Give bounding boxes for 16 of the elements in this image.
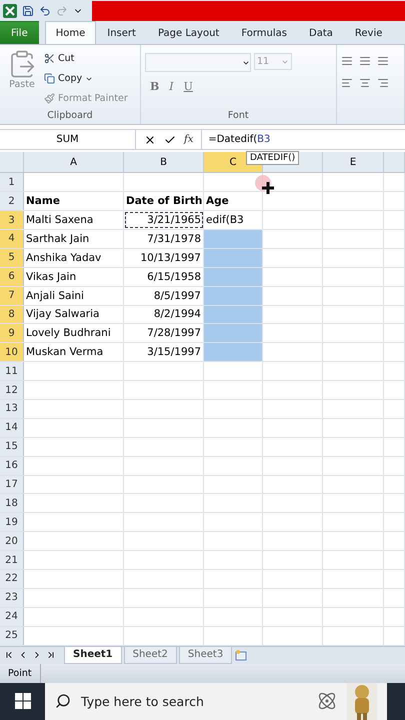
table-cell: Muskan Verma xyxy=(24,343,124,362)
group-label: Font xyxy=(226,109,250,124)
group-label: Clipboard xyxy=(46,109,94,124)
table-cell: Age xyxy=(204,192,263,210)
table-cell: Sarthak Jain xyxy=(24,230,124,248)
table-cell: Vikas Jain xyxy=(24,268,124,286)
table-cell: Malti Saxena xyxy=(24,211,124,229)
table-cell: Vijay Salwaria xyxy=(24,306,124,324)
table-cell: Lovely Budhrani xyxy=(24,324,124,342)
table-cell: Name xyxy=(24,192,124,210)
table-cell: Anshika Yadav xyxy=(24,248,124,267)
table-cell: Date of Birth xyxy=(124,192,204,210)
function-tooltip: DATEDIF() xyxy=(246,151,300,166)
table-cell: Anjali Saini xyxy=(24,286,124,305)
table-cell: edif(B3 xyxy=(204,211,263,229)
table-cell: 3/21/1965 xyxy=(124,211,204,229)
